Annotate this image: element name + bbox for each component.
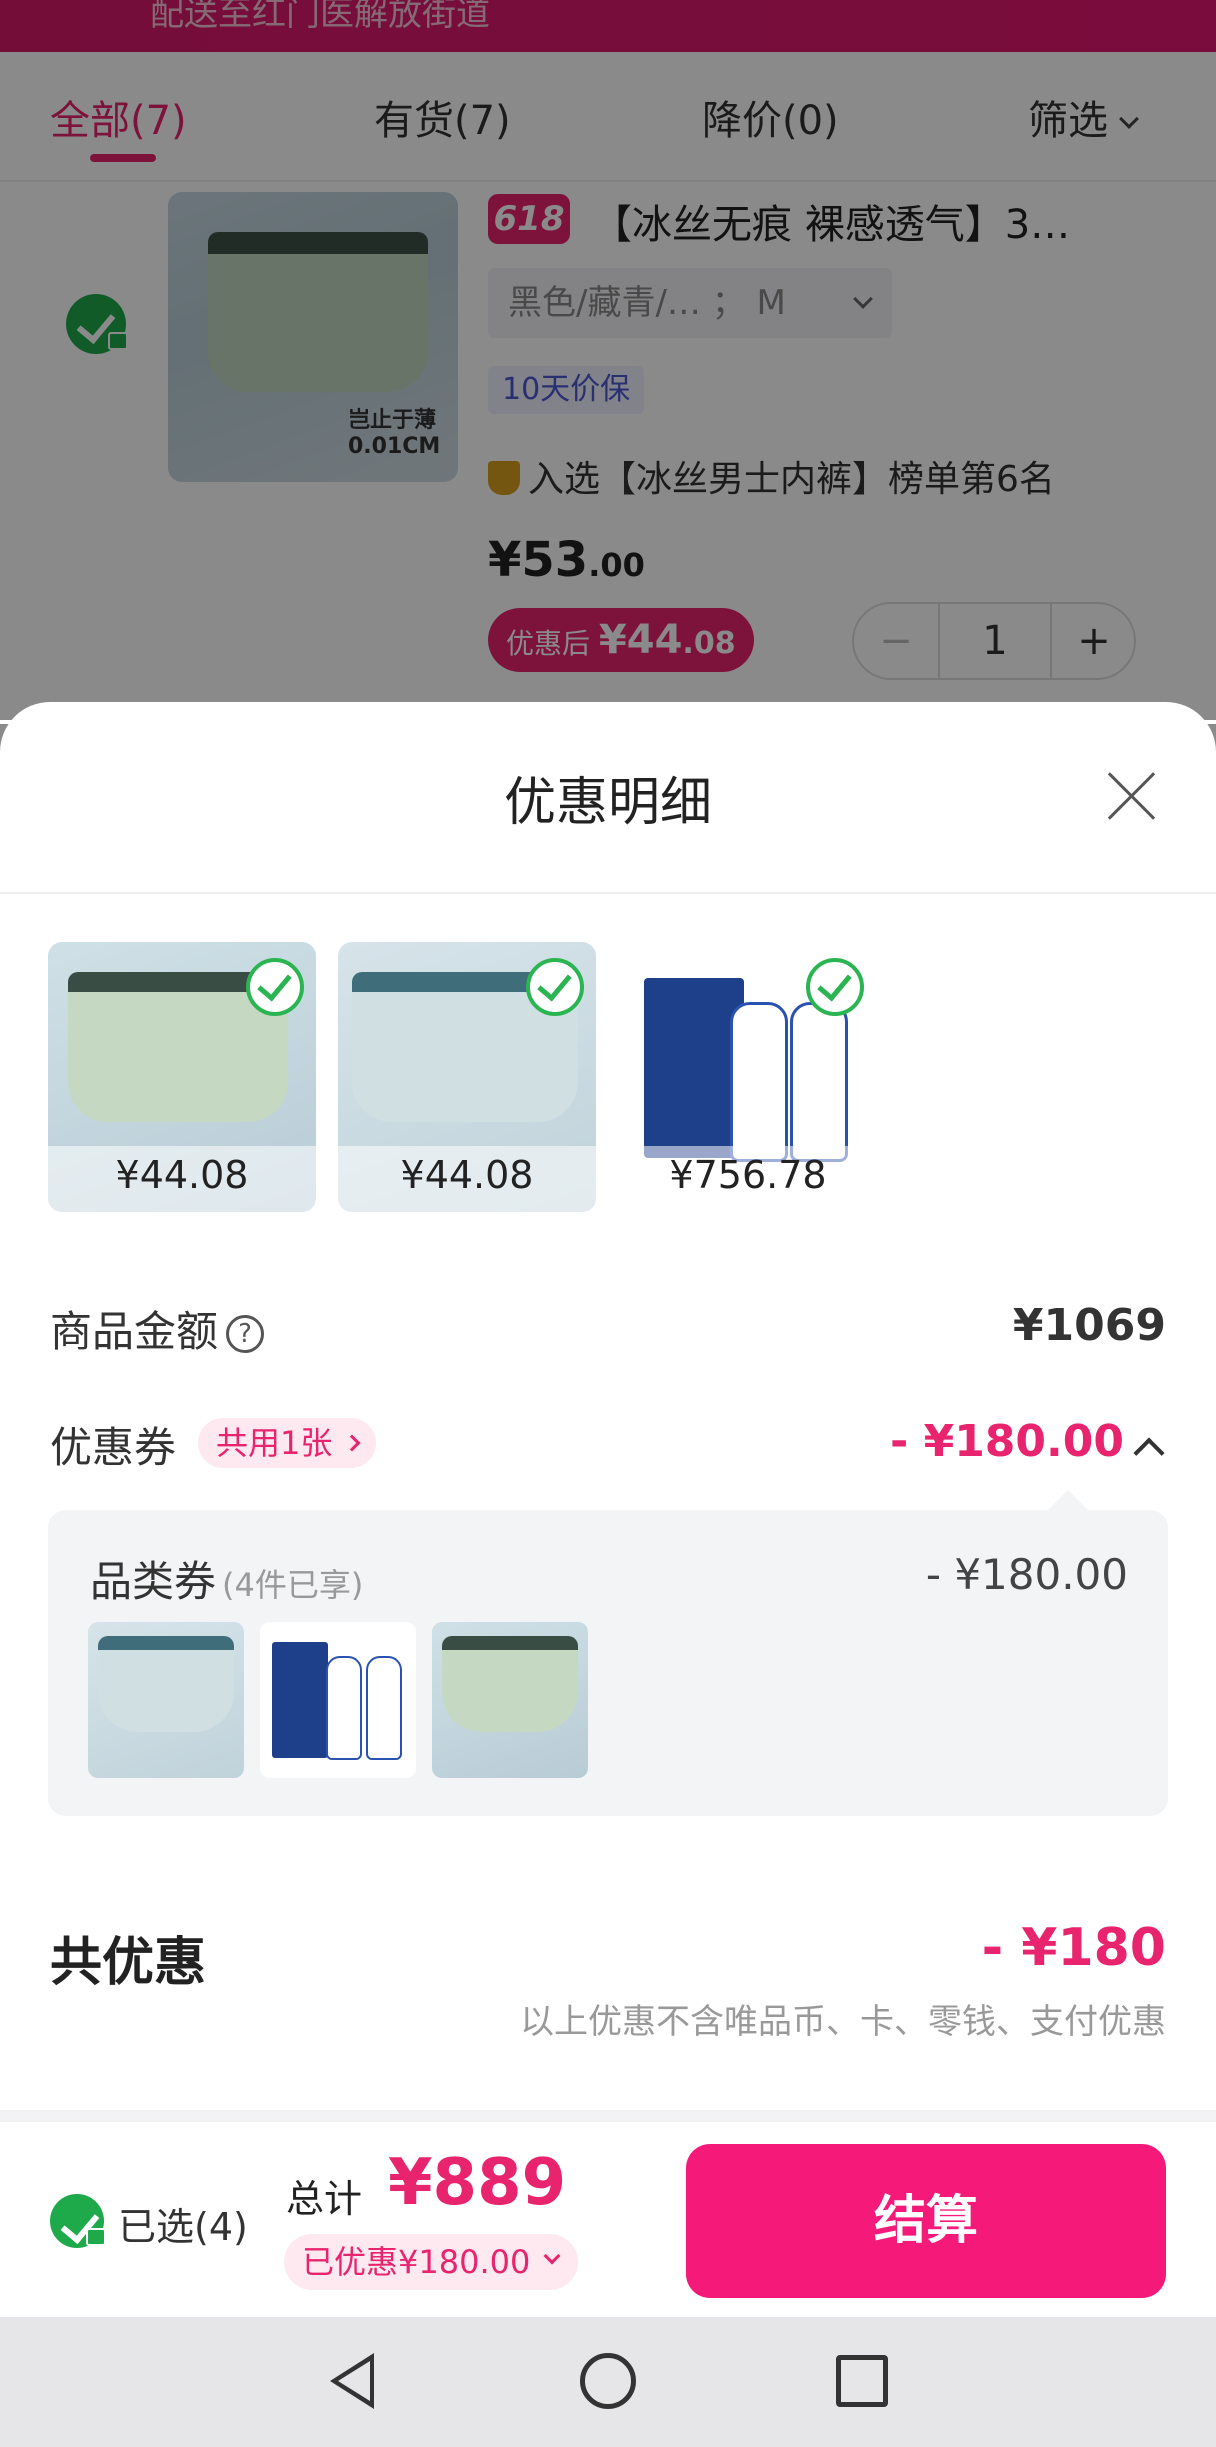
divider — [0, 892, 1216, 894]
back-icon[interactable] — [330, 2353, 374, 2409]
help-icon[interactable]: ? — [226, 1315, 265, 1353]
selected-count[interactable]: 已选(4) — [118, 2196, 248, 2251]
item-price: ¥44.08 — [48, 1146, 316, 1212]
coupon-item-thumb — [260, 1622, 416, 1778]
category-coupon-amount: - ¥180.00 — [925, 1550, 1128, 1599]
coupon-count-chip[interactable]: 共用1张 — [198, 1418, 377, 1468]
chevron-up-icon[interactable] — [1133, 1437, 1165, 1469]
total-discount-label: 共优惠 — [50, 1933, 207, 1993]
chevron-down-icon — [543, 2247, 561, 2265]
coupon-label: 优惠券 — [50, 1423, 177, 1472]
coupon-item-thumb — [88, 1622, 244, 1778]
product-amount-row: 商品金额? — [50, 1298, 265, 1359]
checked-icon — [526, 958, 584, 1016]
item-card-underwear-1[interactable]: ¥44.08 — [48, 942, 316, 1212]
checkout-button[interactable]: 结算 — [686, 2144, 1166, 2298]
selected-items-strip: ¥44.08 ¥44.08 ¥756.78 — [0, 942, 1216, 1212]
lock-icon — [86, 2228, 106, 2246]
close-icon[interactable] — [1100, 764, 1164, 828]
coupon-detail-box: 品类券 (4件已享) - ¥180.00 — [48, 1490, 1168, 1816]
home-icon[interactable] — [580, 2353, 636, 2409]
sheet-title: 优惠明细 — [503, 773, 712, 833]
category-coupon-label: 品类券 (4件已享) — [90, 1557, 364, 1606]
chevron-right-icon — [343, 1434, 361, 1452]
checked-icon — [246, 958, 304, 1016]
coupon-discount-value[interactable]: - ¥180.00 — [890, 1416, 1124, 1467]
total-prefix: 总计 — [286, 2177, 363, 2221]
discount-detail-sheet: 优惠明细 ¥44.08 ¥44.08 ¥756.78 商品金额? ¥1069 优… — [0, 702, 1216, 2122]
recent-apps-icon[interactable] — [836, 2355, 888, 2407]
modal-overlay[interactable] — [0, 0, 1216, 720]
product-amount-value: ¥1069 — [1012, 1300, 1166, 1351]
total-discount-value: - ¥180 — [981, 1918, 1166, 1978]
item-card-liquor[interactable]: ¥756.78 — [620, 942, 876, 1212]
system-nav-bar — [0, 2317, 1216, 2447]
saved-amount-chip[interactable]: 已优惠¥180.00 — [284, 2234, 579, 2290]
product-amount-label: 商品金额 — [50, 1307, 219, 1356]
total-price: ¥889 — [388, 2146, 567, 2220]
checked-icon — [806, 958, 864, 1016]
checkout-bar: 已选(4) 总计 ¥889 已优惠¥180.00 结算 — [0, 2122, 1216, 2317]
coupon-item-thumb — [432, 1622, 588, 1778]
item-price: ¥44.08 — [338, 1146, 596, 1212]
background-page: 配送至红门医解放街道 全部(7) 有货(7) 降价(0) 筛选 岂止于薄 0.01… — [0, 0, 1216, 724]
discount-exclusion-note: 以上优惠不含唯品币、卡、零钱、支付优惠 — [520, 2002, 1166, 2042]
divider — [0, 2110, 1216, 2122]
item-card-underwear-2[interactable]: ¥44.08 — [338, 942, 596, 1212]
item-price: ¥756.78 — [620, 1146, 876, 1212]
